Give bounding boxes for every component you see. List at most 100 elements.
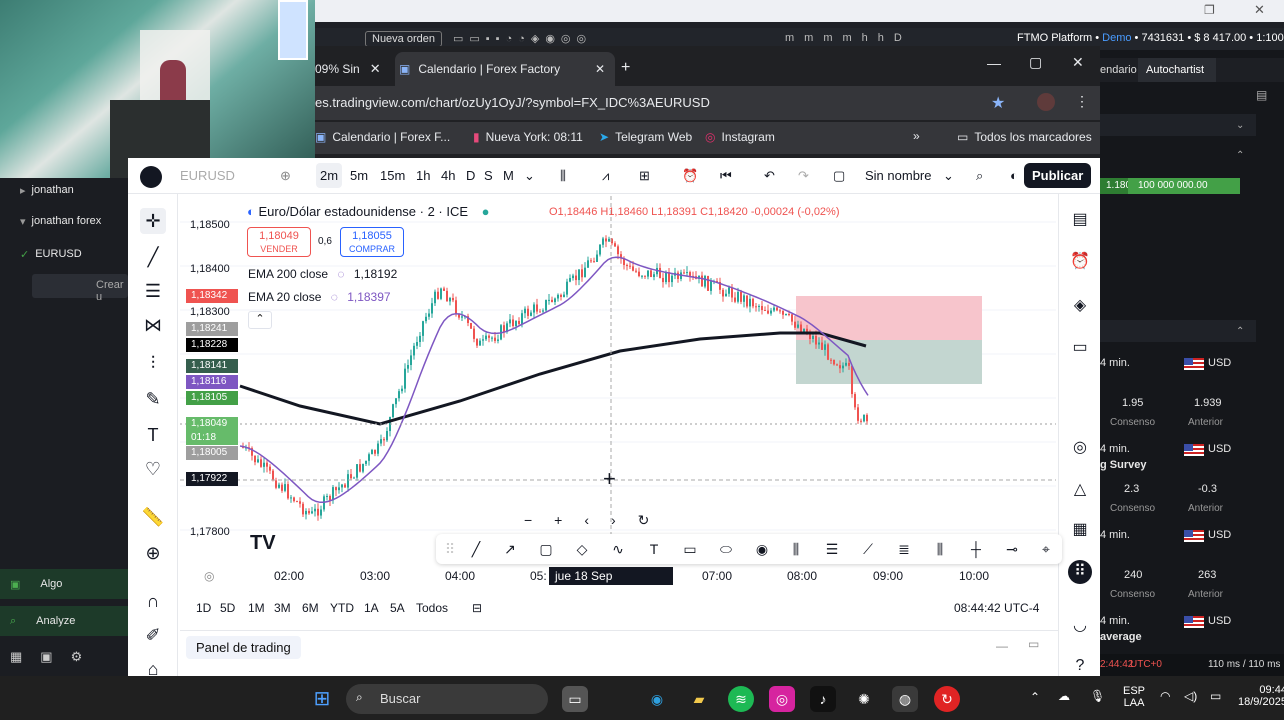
fib-icon[interactable]: ≣ [894, 539, 914, 559]
vertical-line-icon[interactable]: ┼ [966, 539, 986, 559]
buy-button[interactable]: 1,18055 COMPRAR [340, 227, 404, 257]
range-5d[interactable]: 5D [220, 601, 235, 615]
language-indicator[interactable]: ESP LAA [1123, 685, 1145, 709]
trendline-icon[interactable]: ╱ [140, 244, 166, 270]
avatar[interactable] [140, 166, 162, 188]
magnet-icon[interactable]: ∩ [140, 588, 166, 614]
zoom-controls[interactable]: −+‹›↻ [524, 512, 671, 529]
wifi-icon[interactable]: ◠ [1160, 689, 1170, 703]
taskbar-search[interactable]: ⌕ Buscar [346, 684, 548, 714]
battery-icon[interactable]: ▭ [1210, 689, 1221, 703]
interval-4h[interactable]: 4h [441, 168, 455, 183]
ray-icon[interactable]: ↗ [500, 539, 520, 559]
date-range-icon[interactable]: ⊟ [472, 601, 482, 615]
alert-icon[interactable]: ⏰ [682, 168, 698, 184]
tab-tradingview[interactable]: 09% Sin ✕ [315, 52, 390, 86]
path-icon[interactable]: ∿ [608, 539, 628, 559]
chat-icon[interactable]: ▭ [1068, 336, 1092, 360]
ruler-icon[interactable]: 📏 [140, 504, 166, 530]
text-icon[interactable]: T [140, 422, 166, 448]
price-chart[interactable]: + TV [180, 196, 1056, 564]
alarm-icon[interactable]: ⏰ [1068, 250, 1092, 274]
candles-icon[interactable]: ⫼ [560, 168, 566, 184]
location-icon[interactable]: ⌖ [1036, 539, 1056, 559]
help-icon[interactable]: ? [1068, 654, 1092, 678]
search-icon[interactable]: ⌕ [976, 168, 983, 184]
signal-icon[interactable]: ◡ [1068, 614, 1092, 638]
replay-icon[interactable]: ⏮ [720, 168, 732, 184]
range-1d[interactable]: 1D [196, 601, 211, 615]
chevron-up-icon[interactable]: ⌃ [1030, 690, 1040, 704]
forecast-icon[interactable]: ⫶ [140, 350, 166, 376]
brush-icon[interactable]: ✎ [140, 386, 166, 412]
create-account-button[interactable]: Crear u [32, 274, 128, 303]
tab-calendar[interactable]: endario [1100, 64, 1137, 76]
line-tool-icon[interactable]: ⟋ [858, 539, 878, 559]
algo-item[interactable]: ▣ Algo [0, 569, 128, 599]
windows-start-icon[interactable]: ⊞ [309, 686, 335, 712]
file-explorer-icon[interactable]: ▰ [686, 686, 712, 712]
drag-handle-icon[interactable]: ⠿ [440, 539, 460, 559]
chatgpt-icon[interactable]: ✺ [851, 686, 877, 712]
range-todos[interactable]: Todos [416, 601, 448, 615]
maximize-icon[interactable]: ▢ [1029, 54, 1042, 71]
analyze-item[interactable]: ⌕ Analyze [0, 606, 128, 636]
tab-autochartist[interactable]: Autochartist [1138, 58, 1216, 82]
panel-icon[interactable]: ▤ [1256, 88, 1267, 102]
calendar-event[interactable]: 4 min. USD 240 Consenso 263 Anterior [1100, 528, 1256, 608]
pattern-icon[interactable]: ⋈ [140, 312, 166, 338]
range-1m[interactable]: 1M [248, 601, 265, 615]
layout-name[interactable]: Sin nombre [865, 168, 931, 183]
ema200-legend[interactable]: EMA 200 close ◌ 1,18192 [248, 267, 397, 281]
layout-icon[interactable]: ▢ [833, 168, 845, 184]
trading-panel-tab[interactable]: Panel de trading [186, 636, 301, 659]
polygon-icon[interactable]: ◇ [572, 539, 592, 559]
minimize-icon[interactable]: — [987, 55, 1001, 71]
clock-timezone[interactable]: 08:44:42 UTC-4 [954, 601, 1039, 615]
chevron-down-icon[interactable]: ⌄ [1236, 120, 1244, 131]
calendar-event[interactable]: 4 min. USD 1.95 Consenso 1.939 Anterior [1100, 356, 1256, 436]
interval-5m[interactable]: 5m [350, 168, 368, 183]
task-view-icon[interactable]: ▭ [562, 686, 588, 712]
ema20-legend[interactable]: EMA 20 close ◌ 1,18397 [248, 290, 391, 304]
interval-d[interactable]: D [466, 168, 475, 183]
close-window-icon[interactable]: ✕ [1072, 54, 1084, 71]
indicators-icon[interactable]: ⩘ [602, 168, 609, 184]
tab-forex-factory[interactable]: ▣ Calendario | Forex Factory ✕ [395, 52, 615, 86]
rectangle-icon[interactable]: ▢ [536, 539, 556, 559]
ideas-icon[interactable]: △ [1068, 478, 1092, 502]
settings-icon[interactable]: ◎ [204, 569, 214, 583]
calendar-icon[interactable]: ▦ [1068, 518, 1092, 542]
redo-icon[interactable]: ↷ [798, 168, 809, 184]
chevron-down-icon[interactable]: ⌄ [524, 168, 535, 184]
nav-user-jonathan[interactable]: ▸ jonathan [0, 178, 128, 202]
layers-icon[interactable]: ◈ [1068, 294, 1092, 318]
undo-icon[interactable]: ↶ [764, 168, 775, 184]
edge-icon[interactable]: ◉ [644, 686, 670, 712]
more-bookmarks-icon[interactable]: » [913, 129, 920, 143]
address-bar[interactable]: es.tradingview.com/chart/ozUy1OyJ/?symbo… [315, 86, 1100, 120]
sell-button[interactable]: 1,18049 VENDER [247, 227, 311, 257]
interval-2m[interactable]: 2m [316, 163, 343, 188]
close-icon[interactable]: ✕ [1254, 2, 1265, 18]
new-order-button[interactable]: Nueva orden [365, 31, 442, 47]
candle-tool-icon[interactable]: ⫼ [930, 539, 950, 559]
nav-user-jonathan-forex[interactable]: ▾ jonathan forex [0, 209, 128, 233]
heart-icon[interactable]: ♡ [140, 456, 166, 482]
templates-icon[interactable]: ⊞ [639, 168, 650, 184]
bookmark-nueva-york[interactable]: ▮ Nueva York: 08:11 [473, 130, 583, 144]
volume-icon[interactable]: ◁) [1184, 689, 1197, 703]
nav-account-eurusd[interactable]: ✓ EURUSD [0, 242, 128, 266]
fib-icon[interactable]: ☰ [140, 278, 166, 304]
target-icon[interactable]: ◉ [752, 539, 772, 559]
close-tab-icon[interactable]: ✕ [595, 62, 605, 76]
collapse-legend-icon[interactable]: ⌃ [248, 311, 272, 329]
tiktok-icon[interactable]: ♪ [810, 686, 836, 712]
toolbar-period-icons[interactable]: mmmmhhD [785, 32, 912, 44]
profile-icon[interactable] [1037, 93, 1055, 111]
note-icon[interactable]: ▭ [680, 539, 700, 559]
publish-button[interactable]: Publicar [1024, 163, 1092, 188]
interval-15m[interactable]: 15m [380, 168, 405, 183]
clock[interactable]: 09:44 18/9/2025 [1238, 684, 1284, 708]
chevron-up-icon[interactable]: ⌃ [1236, 150, 1244, 161]
